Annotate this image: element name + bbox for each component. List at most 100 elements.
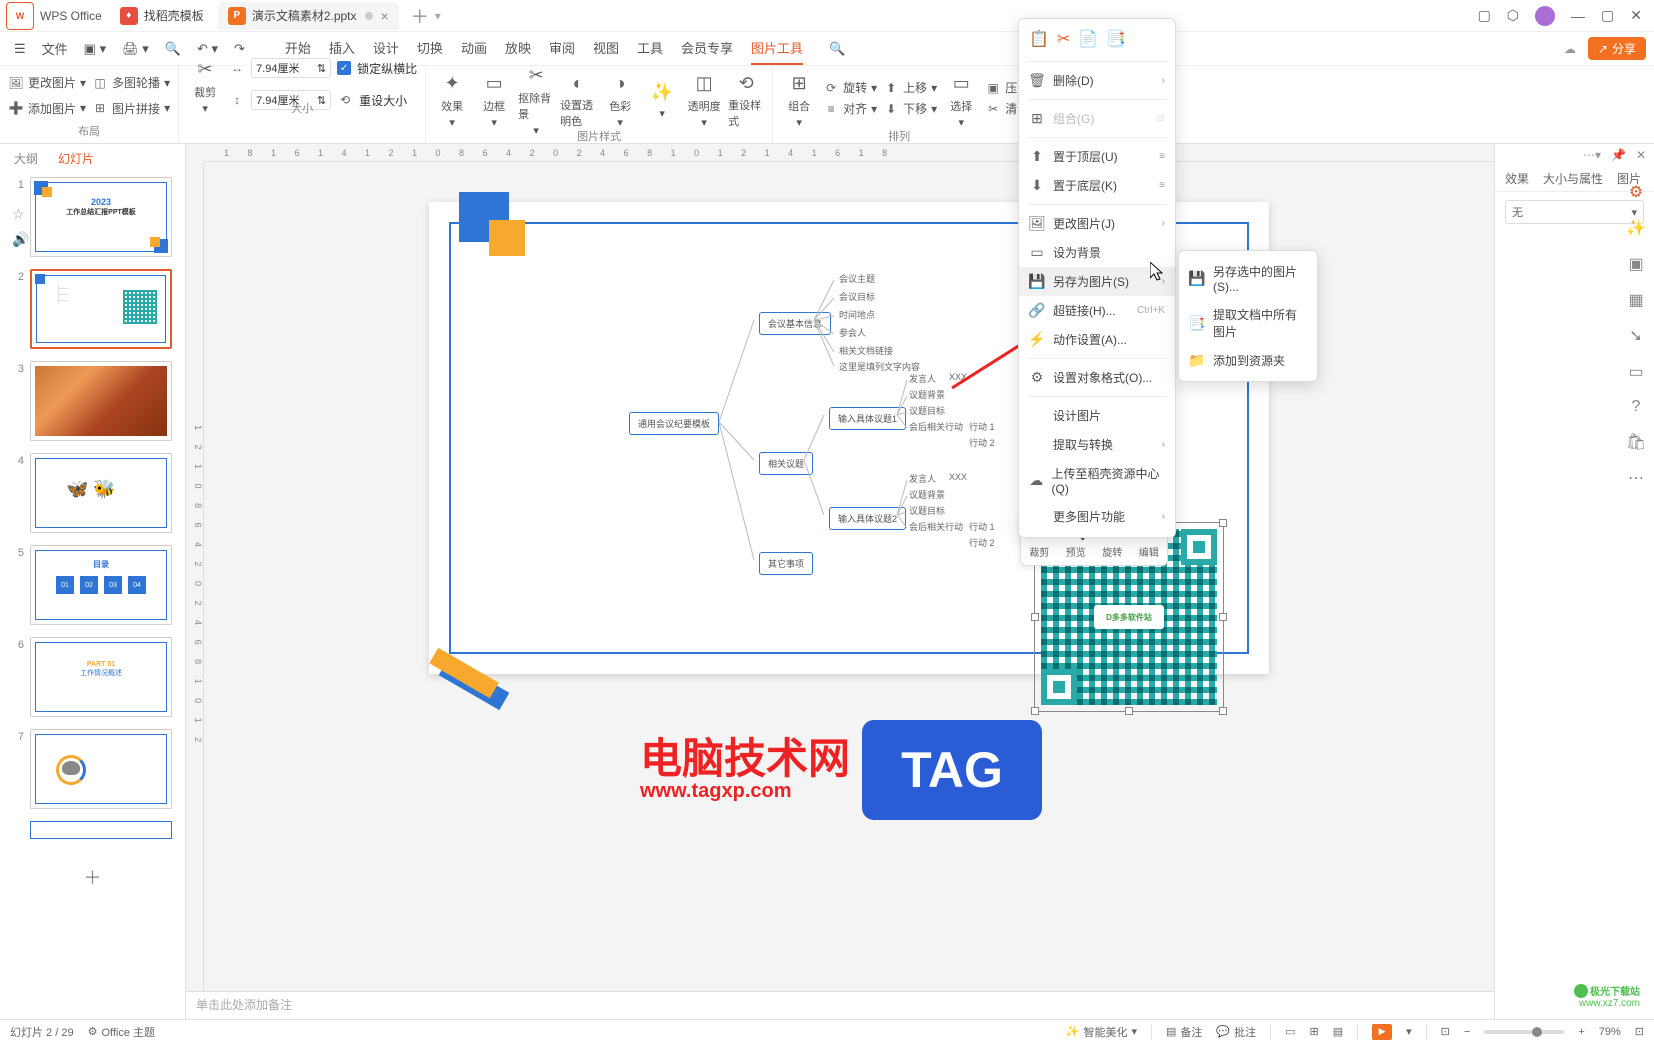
cloud-icon[interactable]: ☁	[1564, 42, 1576, 56]
remove-bg-button[interactable]: ✂抠除背景▾	[518, 60, 554, 137]
tab-tools[interactable]: 工具	[637, 32, 663, 65]
picture-merge-button[interactable]: ⊞图片拼接 ▾	[92, 100, 170, 117]
slides-tab[interactable]: 幻灯片	[58, 150, 94, 167]
slide-thumb-3[interactable]	[30, 361, 172, 441]
tab-picture-tools[interactable]: 图片工具	[751, 32, 803, 65]
ctx-change-pic[interactable]: 🖼更改图片(J)›	[1019, 209, 1175, 238]
sparkle-icon[interactable]: ✨	[1626, 218, 1646, 238]
effect-button[interactable]: ✦效果▾	[434, 68, 470, 129]
ctx-upload[interactable]: ☁上传至稻壳资源中心(Q)	[1019, 459, 1175, 502]
slide-thumb-6[interactable]: PART 01 工作情况概述	[30, 637, 172, 717]
sound-icon[interactable]: 🔊	[12, 231, 29, 248]
slide-thumb-8-partial[interactable]	[30, 821, 172, 841]
box-icon[interactable]: ▢	[1478, 7, 1491, 24]
comments-button[interactable]: 💬 批注	[1216, 1024, 1256, 1040]
menu-hamburger[interactable]: ☰	[8, 37, 32, 61]
ctx-paste-special-icon[interactable]: 📑	[1106, 29, 1126, 49]
width-input[interactable]: 7.94厘米⇅	[251, 58, 331, 78]
resize-handle-se[interactable]	[1219, 707, 1227, 715]
ctx-design-pic[interactable]: 设计图片	[1019, 401, 1175, 430]
sub-add-resource[interactable]: 📁添加到资源夹	[1179, 346, 1317, 375]
border-button[interactable]: ▭边框▾	[476, 68, 512, 129]
clean-button[interactable]: ✂清	[985, 100, 1017, 117]
slideshow-dropdown[interactable]: ▾	[1406, 1025, 1412, 1038]
ctx-paste-icon[interactable]: 📄	[1078, 29, 1098, 49]
settings-icon[interactable]: ⚙	[1629, 182, 1643, 202]
folder-icon[interactable]: ▭	[1628, 362, 1643, 382]
file-menu[interactable]: 文件	[36, 35, 74, 62]
slide-thumb-7[interactable]	[30, 729, 172, 809]
resize-handle-e[interactable]	[1219, 613, 1227, 621]
slide-thumb-2[interactable]: ├──├──├──	[30, 269, 172, 349]
tab-animation[interactable]: 动画	[461, 32, 487, 65]
resize-handle-ne[interactable]	[1219, 519, 1227, 527]
sub-save-selected[interactable]: 💾另存选中的图片(S)...	[1179, 257, 1317, 300]
ctx-delete[interactable]: 🗑删除(D)›	[1019, 66, 1175, 95]
ctx-extract-convert[interactable]: 提取与转换›	[1019, 430, 1175, 459]
resize-handle-sw[interactable]	[1031, 707, 1039, 715]
panel-dropdown-icon[interactable]: ⋯▾	[1583, 148, 1601, 162]
forward-button[interactable]: ⬆上移 ▾	[883, 79, 937, 96]
backward-button[interactable]: ⬇下移 ▾	[883, 100, 937, 117]
change-picture-button[interactable]: 🖼更改图片 ▾	[8, 74, 86, 91]
multi-rotate-button[interactable]: ◫多图轮播 ▾	[92, 74, 170, 91]
tab-view[interactable]: 视图	[593, 32, 619, 65]
star-icon[interactable]: ☆	[12, 206, 29, 223]
slideshow-button[interactable]: ▶	[1372, 1024, 1392, 1040]
close-window-button[interactable]: ✕	[1630, 7, 1642, 24]
transparency-button[interactable]: ◫透明度▾	[686, 68, 722, 129]
save-icon[interactable]: ▣ ▾	[78, 37, 112, 61]
new-tab-dropdown[interactable]: ▾	[435, 9, 441, 23]
group-button[interactable]: ⊞组合▾	[781, 68, 817, 129]
view-normal-icon[interactable]: ▭	[1285, 1025, 1295, 1038]
search-icon[interactable]: 🔍	[823, 37, 851, 61]
new-tab-button[interactable]: ＋	[411, 3, 429, 29]
add-picture-button[interactable]: ➕添加图片 ▾	[8, 100, 86, 117]
preview-icon[interactable]: 🔍	[159, 37, 187, 61]
rotate-button[interactable]: ⟳旋转 ▾	[823, 79, 877, 96]
resize-handle-s[interactable]	[1125, 707, 1133, 715]
ctx-cut-icon[interactable]: ✂	[1057, 29, 1070, 49]
ctx-hyperlink[interactable]: 🔗超链接(H)...Ctrl+K	[1019, 296, 1175, 325]
ctx-more[interactable]: 更多图片功能›	[1019, 502, 1175, 531]
share-button[interactable]: ↗ 分享	[1588, 37, 1646, 60]
notes-button[interactable]: ▤ 备注	[1166, 1024, 1202, 1040]
beautify-button[interactable]: ✨ 智能美化 ▾	[1066, 1024, 1137, 1040]
sub-extract-all[interactable]: 📑提取文档中所有图片	[1179, 300, 1317, 346]
tab-vip[interactable]: 会员专享	[681, 32, 733, 65]
set-transparent-button[interactable]: ◐设置透明色	[560, 67, 596, 129]
tab-transition[interactable]: 切换	[417, 32, 443, 65]
zoom-fit-icon[interactable]: ⊡	[1635, 1025, 1644, 1038]
slide-thumb-1[interactable]: 2023 工作总结汇报PPT模板	[30, 177, 172, 257]
wand-button[interactable]: ✨▾	[644, 77, 680, 120]
close-panel-icon[interactable]: ✕	[1636, 148, 1646, 162]
help-icon[interactable]: ?	[1632, 398, 1641, 416]
select-button[interactable]: ▭选择▾	[943, 68, 979, 129]
tab-templates[interactable]: ♦ 找稻壳模板	[110, 2, 214, 30]
resize-handle-w[interactable]	[1031, 613, 1039, 621]
avatar[interactable]	[1535, 6, 1555, 26]
layers-icon[interactable]: ▣	[1628, 254, 1643, 274]
outline-tab[interactable]: 大纲	[14, 150, 38, 167]
theme-label[interactable]: ⚙ Office 主题	[88, 1024, 155, 1040]
reset-style-button[interactable]: ⟲重设样式	[728, 67, 764, 129]
rp-tab-size[interactable]: 大小与属性	[1543, 170, 1603, 187]
ctx-copy-icon[interactable]: 📋	[1029, 29, 1049, 49]
zoom-in-button[interactable]: +	[1578, 1026, 1584, 1038]
zoom-slider[interactable]	[1484, 1030, 1564, 1034]
arrow-icon[interactable]: ➘	[1629, 326, 1642, 346]
more-icon[interactable]: ⋯	[1628, 468, 1644, 488]
shop-icon[interactable]: 🛍	[1626, 432, 1646, 452]
maximize-button[interactable]: ▢	[1601, 7, 1614, 24]
minimize-button[interactable]: —	[1571, 8, 1585, 24]
zoom-out-button[interactable]: −	[1464, 1026, 1470, 1038]
ctx-format-obj[interactable]: ⚙设置对象格式(O)...	[1019, 363, 1175, 392]
grid-icon[interactable]: ▦	[1628, 290, 1643, 310]
color-button[interactable]: ◑色彩▾	[602, 68, 638, 129]
ctx-send-back[interactable]: ⬇置于底层(K)≡	[1019, 171, 1175, 200]
add-slide-button[interactable]: ＋	[0, 857, 185, 897]
print-icon[interactable]: 🖨 ▾	[116, 37, 155, 61]
pin-icon[interactable]: 📌	[1611, 148, 1626, 162]
align-button[interactable]: ≡对齐 ▾	[823, 100, 877, 117]
view-sorter-icon[interactable]: ⊞	[1310, 1025, 1319, 1038]
